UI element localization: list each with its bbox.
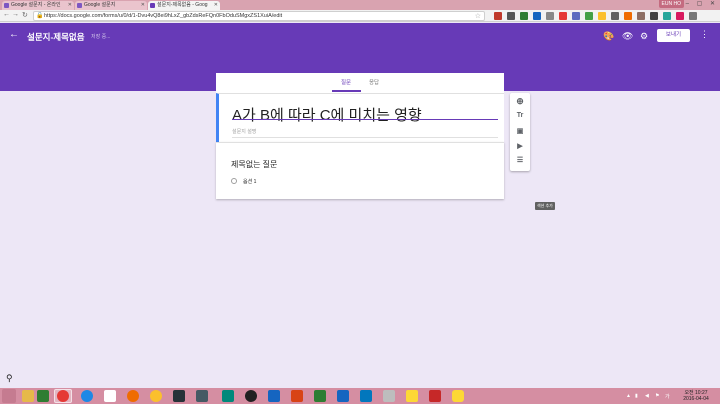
add-video-icon[interactable]: ▶ xyxy=(510,142,530,150)
browser-tab-2[interactable]: Google 설문지 ✕ xyxy=(75,1,147,10)
app-icon[interactable] xyxy=(383,390,395,402)
url-text: https://docs.google.com/forms/u/0/d/1-Dv… xyxy=(44,13,283,19)
add-image-icon[interactable]: ▣ xyxy=(510,127,530,135)
back-arrow-icon[interactable]: ← xyxy=(9,29,19,40)
option-label[interactable]: 옵션 1 xyxy=(243,178,256,185)
browser-tab-1[interactable]: Google 설문지 - 온라인 ✕ xyxy=(2,1,74,10)
monitor-icon[interactable] xyxy=(173,390,185,402)
extension-icon[interactable] xyxy=(546,12,554,20)
extension-icon[interactable] xyxy=(637,12,645,20)
tab-questions[interactable]: 질문 xyxy=(341,78,351,86)
close-tab-icon[interactable]: ✕ xyxy=(68,1,72,10)
browser-tab-label: 설문지-제목없음 - Goog xyxy=(157,2,208,8)
form-description-input[interactable]: 설문지 설명 xyxy=(232,128,256,135)
extension-icon[interactable] xyxy=(598,12,606,20)
extension-icon[interactable] xyxy=(507,12,515,20)
extension-icon[interactable] xyxy=(533,12,541,20)
chrome-menu-icon[interactable] xyxy=(689,12,697,20)
app-icon[interactable] xyxy=(360,390,372,402)
floating-toolbar: ⊕ Tr ▣ ▶ ☰ xyxy=(510,93,530,171)
tray-ime-icon[interactable]: 가 xyxy=(665,393,670,400)
reload-icon[interactable]: ↻ xyxy=(22,11,28,19)
extension-icon[interactable] xyxy=(676,12,684,20)
question-title[interactable]: 제목없는 질문 xyxy=(231,159,277,170)
star-icon[interactable] xyxy=(406,390,418,402)
window-controls[interactable]: – ▢ ✕ xyxy=(686,0,718,7)
extension-icons xyxy=(494,12,697,20)
start-button[interactable] xyxy=(2,389,16,403)
excel-icon[interactable] xyxy=(314,390,326,402)
ie-icon[interactable] xyxy=(81,390,93,402)
save-status: 저장 중... xyxy=(91,34,111,40)
user-badge[interactable]: EUN HO xyxy=(658,0,684,8)
settings-gear-icon[interactable]: ⚙ xyxy=(640,31,648,42)
extension-icon[interactable] xyxy=(559,12,567,20)
forms-favicon-icon xyxy=(77,3,82,8)
title-underline xyxy=(232,119,498,120)
preview-eye-icon[interactable]: 👁 xyxy=(622,31,633,42)
extension-icon[interactable] xyxy=(520,12,528,20)
firefox-icon[interactable] xyxy=(127,390,139,402)
add-section-icon[interactable]: ☰ xyxy=(510,156,530,164)
extension-icon[interactable] xyxy=(494,12,502,20)
drive-icon[interactable] xyxy=(37,390,49,402)
close-tab-icon[interactable]: ✕ xyxy=(141,1,145,10)
close-tab-icon[interactable]: ✕ xyxy=(214,1,218,10)
app-icon[interactable] xyxy=(222,390,234,402)
chrome-icon[interactable] xyxy=(57,390,69,402)
extension-icon[interactable] xyxy=(585,12,593,20)
browser-tab-3[interactable]: 설문지-제목없음 - Goog ✕ xyxy=(148,1,220,10)
back-icon[interactable]: ← xyxy=(3,11,10,18)
form-doc-title[interactable]: 설문지-제목없음 xyxy=(27,31,85,43)
more-vert-icon[interactable]: ⋮ xyxy=(700,29,709,40)
extension-icon[interactable] xyxy=(663,12,671,20)
radio-option-icon xyxy=(231,178,237,184)
forms-favicon-icon xyxy=(150,3,155,8)
word-icon[interactable] xyxy=(337,390,349,402)
send-button[interactable]: 보내기 xyxy=(657,29,690,42)
tab-responses[interactable]: 응답 xyxy=(369,78,379,86)
forward-icon[interactable]: → xyxy=(12,11,19,18)
tray-network-icon[interactable]: ▮ xyxy=(635,393,638,399)
active-tab-indicator xyxy=(332,90,361,92)
address-bar[interactable]: 🔒 https://docs.google.com/forms/u/0/d/1-… xyxy=(33,11,485,21)
powerpoint-icon[interactable] xyxy=(291,390,303,402)
description-underline xyxy=(232,137,498,138)
forms-favicon-icon xyxy=(4,3,9,8)
lock-icon: 🔒 xyxy=(36,13,44,19)
bookmark-star-icon[interactable]: ☆ xyxy=(475,12,481,20)
palette-icon[interactable]: 🎨 xyxy=(603,31,614,42)
tray-flag-icon[interactable]: ⚑ xyxy=(655,393,659,399)
extension-icon[interactable] xyxy=(611,12,619,20)
app-icon[interactable] xyxy=(196,390,208,402)
outlook-icon[interactable] xyxy=(268,390,280,402)
form-title-card: A가 B에 따라 C에 미치는 영향 설문지 설명 xyxy=(216,93,504,142)
file-explorer-icon[interactable] xyxy=(22,390,34,402)
question-card[interactable]: 제목없는 질문 옵션 1 xyxy=(216,142,504,199)
tray-arrow-icon[interactable]: ▲ xyxy=(626,393,631,399)
cursor-icon: ⚲ xyxy=(6,373,13,383)
tray-volume-icon[interactable]: ◀ xyxy=(645,393,649,399)
add-question-icon[interactable]: ⊕ xyxy=(510,96,530,107)
extension-icon[interactable] xyxy=(624,12,632,20)
taskbar-clock[interactable]: 오전 10:27 2016-04-04 xyxy=(678,390,714,402)
extension-icon[interactable] xyxy=(650,12,658,20)
form-title-input[interactable]: A가 B에 따라 C에 미치는 영향 xyxy=(232,104,422,125)
kakaotalk-icon[interactable] xyxy=(452,390,464,402)
app-icon[interactable] xyxy=(429,390,441,402)
tooltip: 섹션 추가 xyxy=(535,202,555,210)
browser-toolbar: ← → ↻ 🔒 https://docs.google.com/forms/u/… xyxy=(0,10,720,22)
app-icon[interactable] xyxy=(150,390,162,402)
add-title-icon[interactable]: Tr xyxy=(510,112,530,119)
browser-tab-label: Google 설문지 - 온라인 xyxy=(11,2,61,8)
extension-icon[interactable] xyxy=(572,12,580,20)
browser-tab-strip: Google 설문지 - 온라인 ✕ Google 설문지 ✕ 설문지-제목없음… xyxy=(0,0,720,10)
taskbar: ▲ ▮ ◀ ⚑ 가 오전 10:27 2016-04-04 xyxy=(0,388,720,404)
app-icon[interactable] xyxy=(104,390,116,402)
clock-date: 2016-04-04 xyxy=(683,396,709,402)
media-icon[interactable] xyxy=(245,390,257,402)
browser-tab-label: Google 설문지 xyxy=(84,2,116,8)
